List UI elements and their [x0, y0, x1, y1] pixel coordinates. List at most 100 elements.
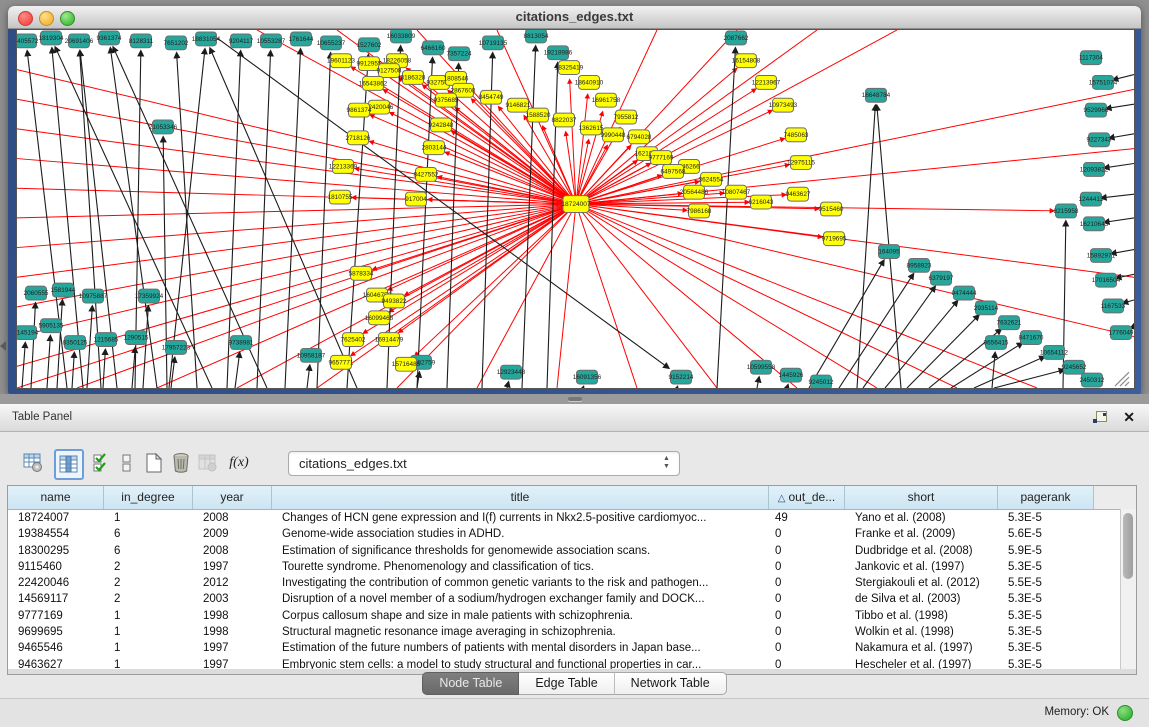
splitter-handle[interactable] [568, 397, 582, 401]
graph-node-label: 16033809 [387, 33, 416, 40]
table-cell: 5.3E-5 [998, 624, 1094, 640]
graph-node-label: 8471670 [1019, 335, 1044, 342]
table-cell: Disruption of a novel member of a sodium… [272, 591, 769, 607]
graph-node-label: 1761644 [289, 36, 314, 43]
tab-edge-table[interactable]: Edge Table [519, 672, 614, 695]
graph-node-label: 7485063 [784, 132, 809, 139]
column-header-name[interactable]: name [8, 486, 104, 509]
row-boxes-button[interactable] [114, 449, 140, 476]
table-cell: Jankovic et al. (1997) [845, 559, 998, 575]
graph-node-label: 9152214 [669, 374, 694, 381]
table-row[interactable]: 1456911722003Disruption of a novel membe… [8, 591, 1136, 607]
table-cell: Estimation of significance thresholds fo… [272, 543, 769, 559]
column-header-title[interactable]: title [272, 486, 769, 509]
table-cell: Dudbridge et al. (2008) [845, 543, 998, 559]
delete-table-button[interactable] [195, 449, 221, 476]
graph-node-label: 1581944 [51, 287, 76, 294]
table-cell: 1 [104, 608, 193, 624]
table-cell: 18724007 [8, 510, 104, 526]
table-cell: 5.3E-5 [998, 591, 1094, 607]
graph-node-label: 9861374 [347, 107, 372, 114]
graph-node-label: 16091356 [573, 374, 602, 381]
graph-node-label: 10958187 [297, 352, 326, 359]
table-row[interactable]: 977716911998Corpus callosum shape and si… [8, 608, 1136, 624]
column-checks-button[interactable] [89, 449, 115, 476]
graph-node-label: 3624554 [699, 176, 724, 183]
row-boxes-icon [116, 452, 138, 474]
graph-node-label: 1215685 [94, 337, 119, 344]
tab-node-table[interactable]: Node Table [422, 672, 519, 695]
column-header-in_degree[interactable]: in_degree [104, 486, 193, 509]
table-row[interactable]: 2242004622012Investigating the contribut… [8, 575, 1136, 591]
table-cell: 49 [769, 510, 845, 526]
table-cell: Investigating the contribution of common… [272, 575, 769, 591]
table-cell: 5.6E-5 [998, 526, 1094, 542]
graph-node-label: 9474444 [952, 290, 977, 297]
table-select-dropdown[interactable]: citations_edges.txt ▲▼ [288, 451, 680, 476]
table-tabs: Node TableEdge TableNetwork Table [0, 672, 1149, 694]
graph-node-label: 19218986 [544, 50, 573, 57]
graph-node-label: 16914479 [375, 337, 404, 344]
table-cell: Wolkin et al. (1998) [845, 624, 998, 640]
new-column-button[interactable] [141, 449, 167, 476]
close-panel-button[interactable]: ✕ [1123, 409, 1135, 425]
column-header-year[interactable]: year [193, 486, 272, 509]
window-titlebar[interactable]: citations_edges.txt [8, 6, 1141, 29]
graph-node-label: 19601123 [327, 58, 355, 65]
graph-node-label: 18325419 [555, 65, 584, 72]
graph-node-label: 12213369 [329, 163, 358, 170]
network-canvas[interactable]: 1405572181930420691406936137481283117651… [16, 29, 1135, 389]
graph-node-label: 8427552 [414, 171, 439, 178]
float-panel-button[interactable] [1093, 411, 1107, 425]
table-cell: 5.9E-5 [998, 543, 1094, 559]
table-cell: Nakamura et al. (1997) [845, 640, 998, 656]
graph-node-label: 9529966 [1084, 107, 1109, 114]
tab-network-table[interactable]: Network Table [615, 672, 727, 695]
table-row[interactable]: 969969511998Structural magnetic resonanc… [8, 624, 1136, 640]
graph-node-label: 9990448 [601, 132, 626, 139]
scrollbar-thumb[interactable] [1123, 513, 1133, 579]
table-vertical-scrollbar[interactable] [1120, 509, 1136, 674]
graph-node-label: 1290515 [124, 335, 149, 342]
citation-network-graph[interactable]: 1405572181930420691406936137481283117651… [17, 30, 1134, 388]
graph-node-label: 8454749 [479, 94, 504, 101]
table-cell: 2008 [193, 510, 272, 526]
show-columns-icon [58, 454, 80, 476]
table-settings-button[interactable] [20, 449, 46, 476]
table-row[interactable]: 1830029562008Estimation of significance … [8, 543, 1136, 559]
graph-node-label: 10973493 [769, 102, 798, 109]
graph-node-label: 1445926 [779, 372, 804, 379]
column-header-pagerank[interactable]: pagerank [998, 486, 1094, 509]
graph-node-label: 18640910 [575, 79, 604, 86]
table-cell: 1 [104, 510, 193, 526]
table-body: 1872400712008Changes of HCN gene express… [8, 510, 1136, 673]
table-row[interactable]: 1872400712008Changes of HCN gene express… [8, 510, 1136, 526]
graph-node-label: 9245012 [809, 379, 834, 386]
graph-node-label: 1588520 [526, 112, 551, 119]
graph-node-label: 15716485 [392, 361, 421, 368]
table-cell: 0 [769, 608, 845, 624]
graph-node-label: 1117304 [1079, 55, 1103, 62]
table-cell: Changes of HCN gene expression and I(f) … [272, 510, 769, 526]
table-row[interactable]: 1938455462009Genome-wide association stu… [8, 526, 1136, 542]
function-builder-icon: f(x) [229, 455, 248, 471]
graph-node-label: 8215958 [1054, 208, 1079, 215]
graph-node-label: 10807467 [722, 189, 751, 196]
memory-indicator-icon[interactable] [1117, 705, 1133, 721]
column-header-short[interactable]: short [845, 486, 998, 509]
table-cell: 9777169 [8, 608, 104, 624]
table-cell: 19384554 [8, 526, 104, 542]
table-row[interactable]: 911546021997Tourette syndrome. Phenomeno… [8, 559, 1136, 575]
delete-table-icon [197, 452, 219, 474]
show-columns-button[interactable] [54, 449, 84, 480]
graph-node-label: 5905135 [39, 323, 64, 330]
column-checks-icon [91, 452, 113, 474]
horizontal-splitter[interactable] [0, 394, 1149, 404]
collapse-panel-arrow-icon[interactable] [0, 341, 6, 351]
graph-node-label: 2060555 [24, 290, 49, 297]
delete-column-button[interactable] [168, 449, 194, 476]
table-row[interactable]: 946554611997Estimation of the future num… [8, 640, 1136, 656]
function-builder-button[interactable]: f(x) [226, 449, 252, 476]
column-header-out_de[interactable]: △out_de... [769, 486, 845, 509]
sort-ascending-icon: △ [778, 493, 786, 504]
